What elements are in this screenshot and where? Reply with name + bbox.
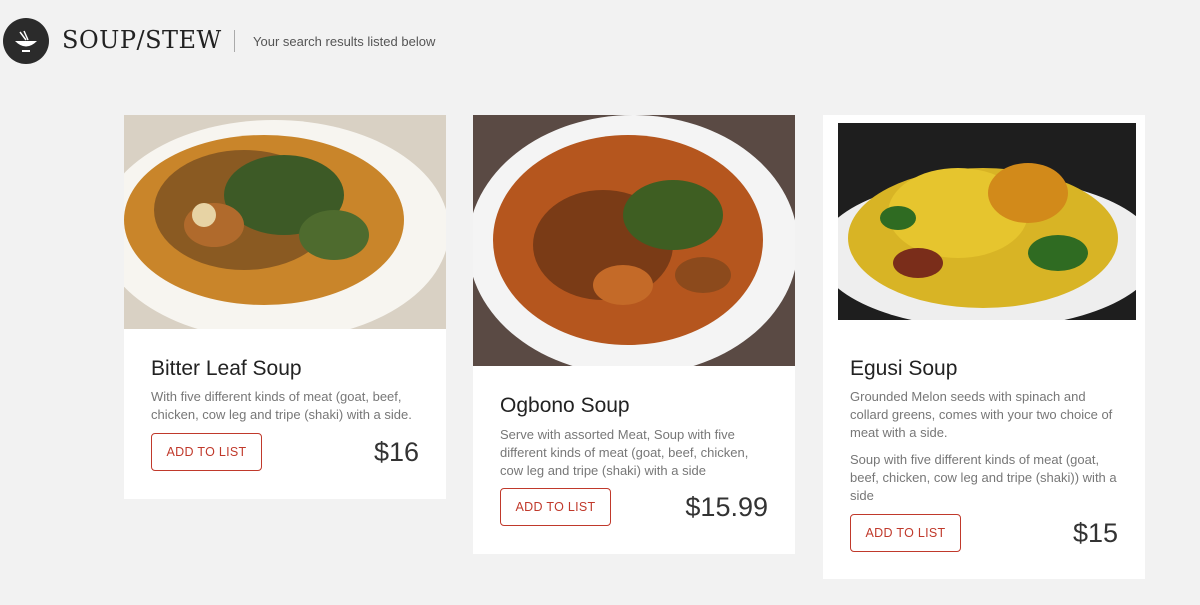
card-title: Egusi Soup bbox=[850, 357, 958, 380]
card-price: $16 bbox=[373, 437, 419, 467]
product-card-egusi: Egusi Soup Grounded Melon seeds with spi… bbox=[823, 115, 1145, 579]
soup-bowl-icon[interactable] bbox=[3, 18, 49, 64]
card-title: Ogbono Soup bbox=[500, 394, 630, 417]
brand-title[interactable]: SOUP/STEW bbox=[62, 26, 222, 54]
search-results-subtitle: Your search results listed below bbox=[253, 34, 436, 49]
bitter-leaf-soup-image bbox=[124, 115, 446, 329]
card-description-extra: Soup with five different kinds of meat (… bbox=[850, 452, 1117, 503]
add-to-list-button[interactable]: ADD TO LIST bbox=[850, 514, 961, 552]
ogbono-soup-image bbox=[473, 115, 795, 366]
header-divider bbox=[234, 30, 235, 52]
card-description: Grounded Melon seeds with spinach and co… bbox=[850, 389, 1113, 440]
card-description: With five different kinds of meat (goat,… bbox=[151, 389, 412, 422]
egusi-soup-image bbox=[838, 123, 1136, 320]
add-to-list-button[interactable]: ADD TO LIST bbox=[500, 488, 611, 526]
product-card-bitter-leaf: Bitter Leaf Soup With five different kin… bbox=[124, 115, 446, 499]
header: SOUP/STEW Your search results listed bel… bbox=[0, 0, 1200, 84]
product-card-ogbono: Ogbono Soup Serve with assorted Meat, So… bbox=[473, 115, 795, 554]
card-description: Serve with assorted Meat, Soup with five… bbox=[500, 427, 749, 478]
card-price: $15.99 bbox=[685, 492, 768, 522]
card-title: Bitter Leaf Soup bbox=[151, 357, 302, 380]
card-price: $15 bbox=[1072, 518, 1118, 548]
add-to-list-button[interactable]: ADD TO LIST bbox=[151, 433, 262, 471]
